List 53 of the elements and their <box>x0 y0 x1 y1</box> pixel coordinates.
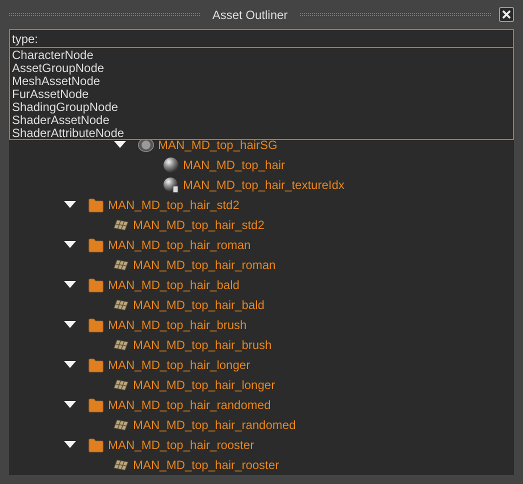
tree-item-label[interactable]: MAN_MD_top_hair_bald <box>108 276 240 294</box>
suggestion-item[interactable]: FurAssetNode <box>10 88 91 101</box>
window-title: Asset Outliner <box>211 6 289 24</box>
suggestion-item[interactable]: ShadingGroupNode <box>10 101 120 114</box>
tile-grid-icon <box>113 219 129 231</box>
folder-icon <box>88 437 104 453</box>
tile-grid-icon <box>113 379 129 391</box>
folder-icon <box>88 397 104 413</box>
tile-grid-icon <box>113 419 129 431</box>
suggestion-item[interactable]: AssetGroupNode <box>10 62 106 75</box>
tile-grid-icon <box>113 459 129 471</box>
tree-item-label[interactable]: MAN_MD_top_hair_rooster <box>133 456 280 474</box>
expanded-arrow-icon[interactable] <box>63 280 77 290</box>
sphere-icon <box>163 157 179 173</box>
folder-icon <box>88 317 104 333</box>
tree-item-label[interactable]: MAN_MD_top_hair_textureIdx <box>183 176 344 194</box>
ring-sphere-icon <box>138 137 154 153</box>
tree-item-label[interactable]: MAN_MD_top_hair_brush <box>133 336 272 354</box>
tree-item-label[interactable]: MAN_MD_top_hair_randomed <box>133 416 296 434</box>
tree-item-label[interactable]: MAN_MD_top_hair_std2 <box>133 216 264 234</box>
tree-item-label[interactable]: MAN_MD_top_hairSG <box>158 136 278 154</box>
sphere-document-icon <box>163 177 179 193</box>
suggestion-item[interactable]: MeshAssetNode <box>10 75 102 88</box>
tree-item-label[interactable]: MAN_MD_top_hair <box>183 156 286 174</box>
tree-item-label[interactable]: MAN_MD_top_hair_randomed <box>108 396 271 414</box>
folder-icon <box>88 237 104 253</box>
expanded-arrow-icon[interactable] <box>63 440 77 450</box>
tree-item-label[interactable]: MAN_MD_top_hair_roman <box>108 236 251 254</box>
folder-icon <box>88 277 104 293</box>
suggestion-item[interactable]: CharacterNode <box>10 49 96 62</box>
tree-item-label[interactable]: MAN_MD_top_hair_roman <box>133 256 276 274</box>
tree-item-label[interactable]: MAN_MD_top_hair_brush <box>108 316 247 334</box>
tile-grid-icon <box>113 259 129 271</box>
expanded-arrow-icon[interactable] <box>113 140 127 150</box>
expanded-arrow-icon[interactable] <box>63 320 77 330</box>
close-button[interactable] <box>499 7 514 22</box>
close-icon <box>502 10 511 19</box>
expanded-arrow-icon[interactable] <box>63 240 77 250</box>
tree-item-label[interactable]: MAN_MD_top_hair_rooster <box>108 436 254 454</box>
tile-grid-icon <box>113 299 129 311</box>
expanded-arrow-icon[interactable] <box>63 200 77 210</box>
tree-item-label[interactable]: MAN_MD_top_hair_std2 <box>108 196 240 214</box>
tree-item-label[interactable]: MAN_MD_top_hair_bald <box>133 296 264 314</box>
filter-field[interactable]: type: <box>9 29 514 48</box>
expanded-arrow-icon[interactable] <box>63 360 77 370</box>
folder-icon <box>88 357 104 373</box>
suggestion-item[interactable]: ShaderAssetNode <box>10 114 112 127</box>
expanded-arrow-icon[interactable] <box>63 400 77 410</box>
tile-grid-icon <box>113 339 129 351</box>
folder-icon <box>88 197 104 213</box>
suggestion-item[interactable]: ShaderAttributeNode <box>10 127 126 140</box>
tree-item-label[interactable]: MAN_MD_top_hair_longer <box>133 376 276 394</box>
tree-item-label[interactable]: MAN_MD_top_hair_longer <box>108 356 250 374</box>
